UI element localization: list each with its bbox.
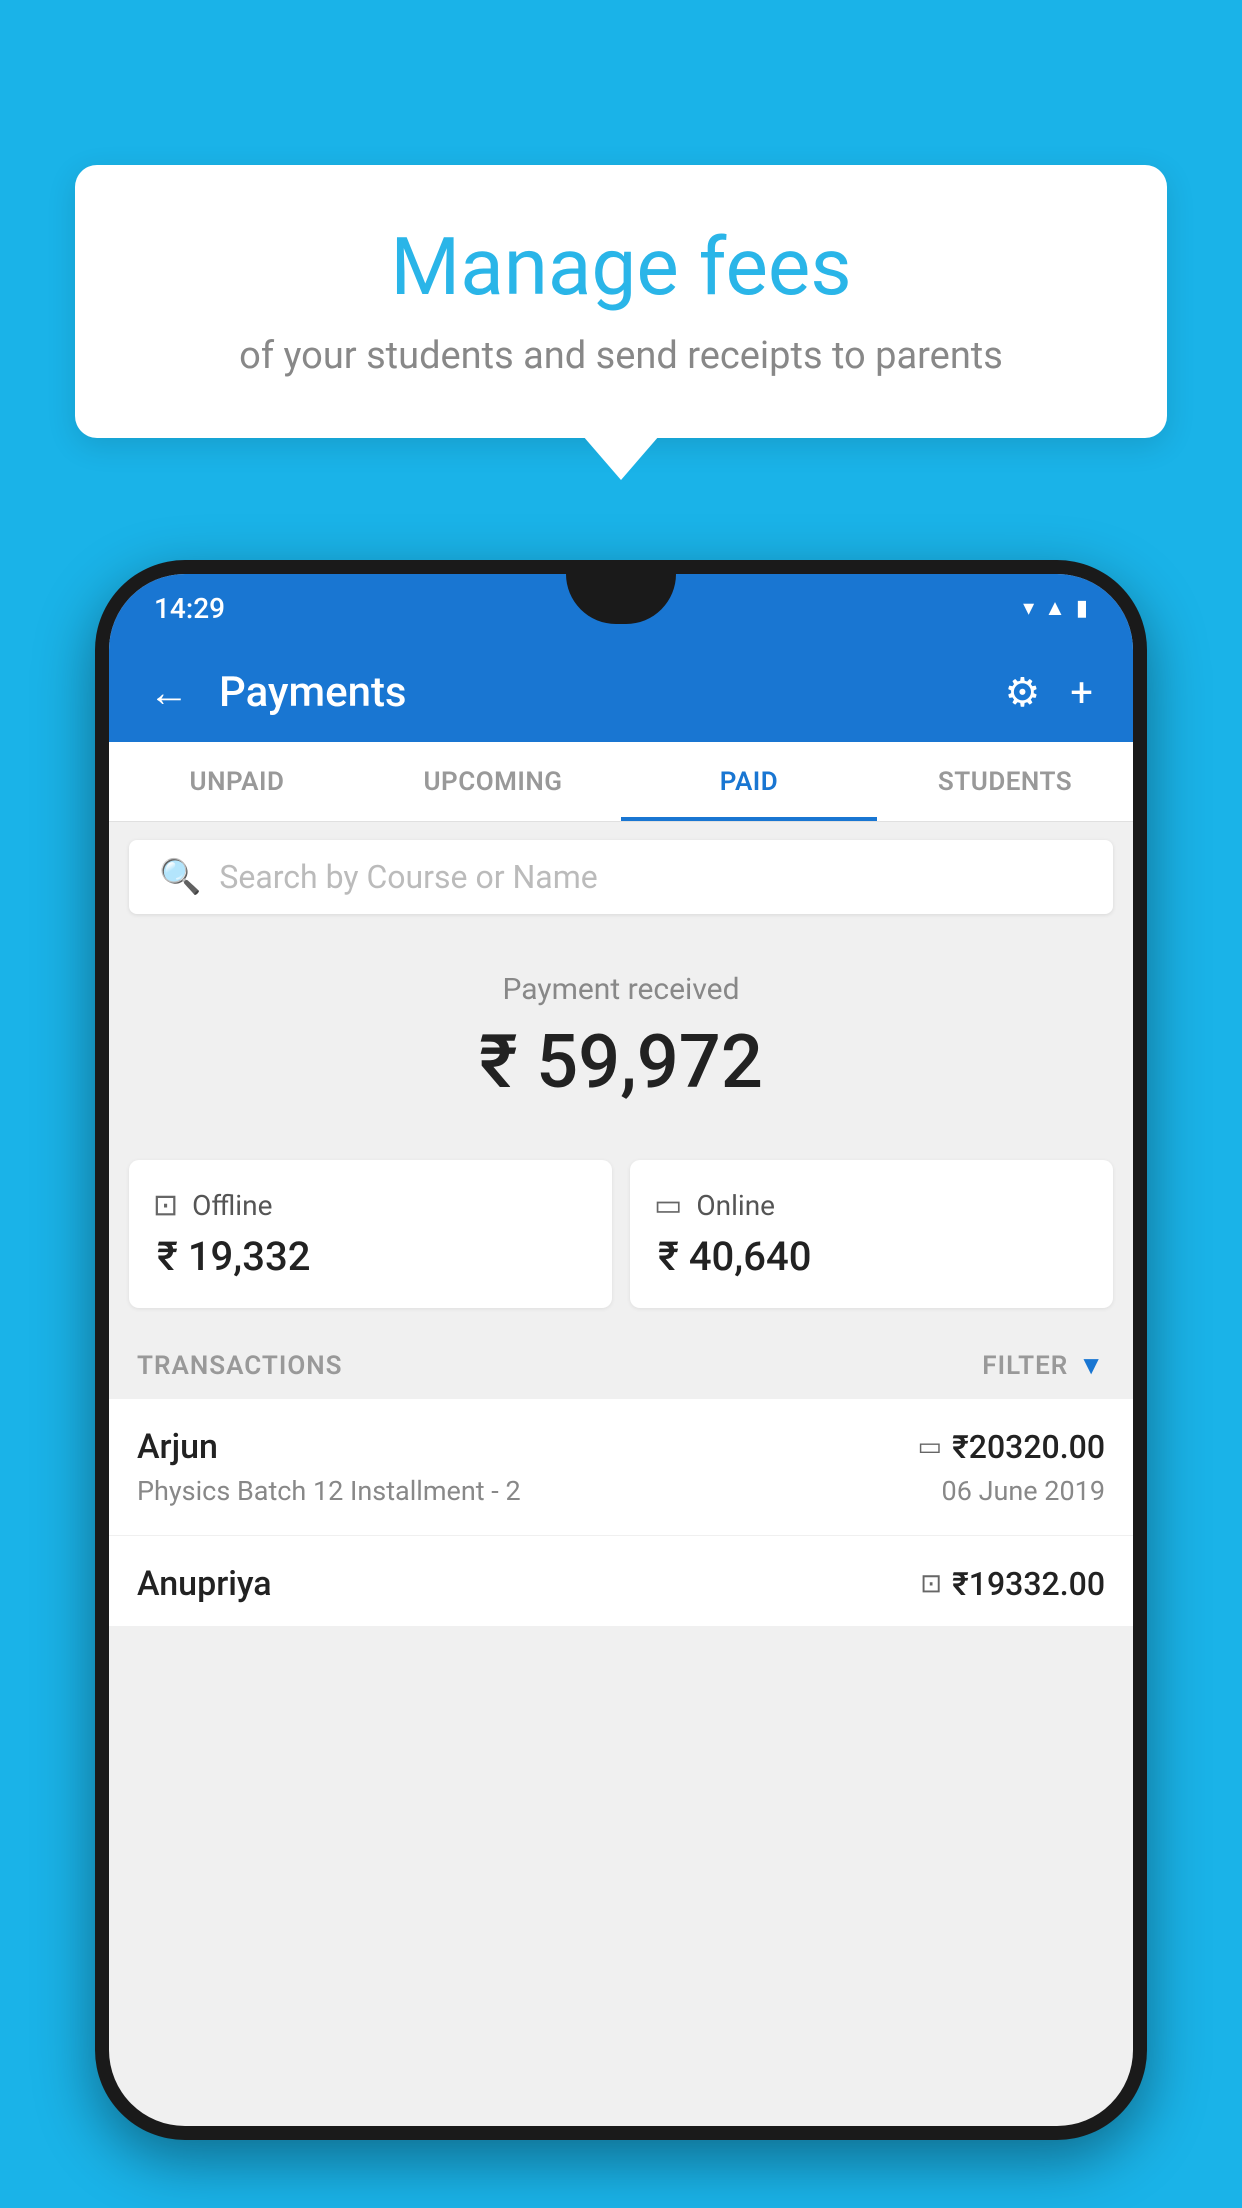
transaction-row-top: Arjun ▭ ₹20320.00 [137,1427,1105,1467]
online-label: Online [696,1189,775,1222]
filter-icon: ▼ [1078,1350,1105,1381]
speech-bubble: Manage fees of your students and send re… [75,165,1167,438]
tab-paid[interactable]: PAID [621,742,877,821]
status-time: 14:29 [154,592,225,625]
card-payment-icon: ▭ [918,1432,943,1462]
page-title: Payments [219,668,974,717]
signal-icon: ▲ [1044,595,1066,621]
search-icon: 🔍 [159,857,201,897]
offline-card-header: ⊡ Offline [153,1188,588,1223]
wifi-icon: ▾ [1023,596,1034,621]
online-amount: ₹ 40,640 [654,1233,1089,1280]
offline-icon: ⊡ [153,1188,178,1223]
payment-received-amount: ₹ 59,972 [129,1019,1113,1106]
speech-bubble-title: Manage fees [135,220,1107,314]
tab-students[interactable]: STUDENTS [877,742,1133,821]
transaction-name: Arjun [137,1427,218,1467]
online-card-header: ▭ Online [654,1188,1089,1223]
transaction-date: 06 June 2019 [942,1475,1105,1507]
payment-cards: ⊡ Offline ₹ 19,332 ▭ Online ₹ 40,640 [129,1160,1113,1308]
online-card: ▭ Online ₹ 40,640 [630,1160,1113,1308]
online-icon: ▭ [654,1188,682,1223]
offline-card: ⊡ Offline ₹ 19,332 [129,1160,612,1308]
speech-bubble-subtitle: of your students and send receipts to pa… [135,334,1107,378]
app-bar: ← Payments ⚙ + [109,642,1133,742]
search-bar[interactable]: 🔍 Search by Course or Name [129,840,1113,914]
battery-icon: ▮ [1076,596,1088,621]
transaction-row-top-2: Anupriya ⊡ ₹19332.00 [137,1564,1105,1604]
transaction-amount-value: ₹20320.00 [952,1428,1105,1466]
search-placeholder: Search by Course or Name [219,858,597,896]
transaction-amount-value-2: ₹19332.00 [952,1565,1105,1603]
payment-received-section: Payment received ₹ 59,972 [109,932,1133,1136]
transaction-row-bottom: Physics Batch 12 Installment - 2 06 June… [137,1475,1105,1507]
status-bar: 14:29 ▾ ▲ ▮ [109,574,1133,642]
phone-screen: 14:29 ▾ ▲ ▮ ← Payments ⚙ + UNPAID [109,574,1133,2126]
offline-amount: ₹ 19,332 [153,1233,588,1280]
settings-icon[interactable]: ⚙ [1004,669,1040,716]
transaction-row-partial[interactable]: Anupriya ⊡ ₹19332.00 [109,1536,1133,1626]
transactions-label: TRANSACTIONS [137,1351,343,1381]
app-bar-actions: ⚙ + [1004,669,1093,716]
phone-frame: 14:29 ▾ ▲ ▮ ← Payments ⚙ + UNPAID [95,560,1147,2140]
transaction-row[interactable]: Arjun ▭ ₹20320.00 Physics Batch 12 Insta… [109,1399,1133,1536]
transaction-course: Physics Batch 12 Installment - 2 [137,1475,521,1507]
payment-received-label: Payment received [129,972,1113,1007]
transaction-name-2: Anupriya [137,1564,272,1604]
offline-payment-icon: ⊡ [920,1569,942,1599]
tab-upcoming[interactable]: UPCOMING [365,742,621,821]
filter-label: FILTER [982,1351,1068,1381]
transaction-amount: ▭ ₹20320.00 [918,1428,1105,1466]
content-area: 🔍 Search by Course or Name Payment recei… [109,822,1133,1626]
transactions-header: TRANSACTIONS FILTER ▼ [109,1332,1133,1399]
filter-button[interactable]: FILTER ▼ [982,1350,1105,1381]
back-button[interactable]: ← [149,669,189,716]
offline-label: Offline [192,1189,272,1222]
phone-mockup: 14:29 ▾ ▲ ▮ ← Payments ⚙ + UNPAID [95,560,1147,2208]
status-icons: ▾ ▲ ▮ [1023,595,1088,621]
tabs-bar: UNPAID UPCOMING PAID STUDENTS [109,742,1133,822]
add-icon[interactable]: + [1070,669,1093,716]
transaction-amount-2: ⊡ ₹19332.00 [920,1565,1105,1603]
tab-unpaid[interactable]: UNPAID [109,742,365,821]
